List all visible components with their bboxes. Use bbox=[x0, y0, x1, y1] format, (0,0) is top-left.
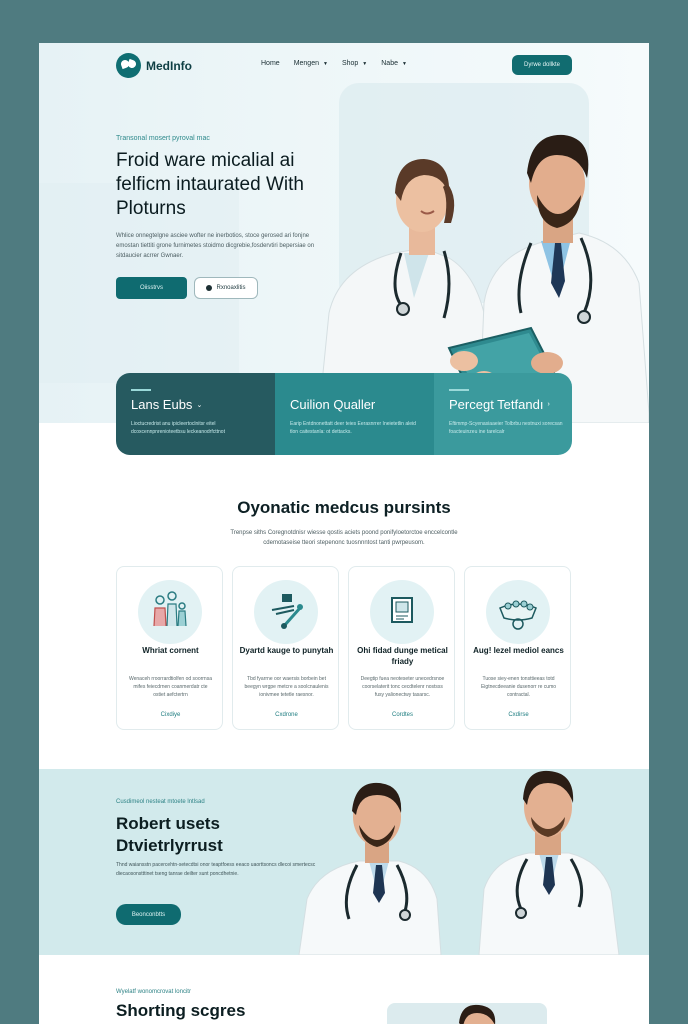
hero-section: Transonal mosert pyroval mac Froid ware … bbox=[39, 43, 649, 423]
logo-text: MedInfo bbox=[146, 58, 192, 73]
bottom-title: Shorting scgres bbox=[116, 1001, 246, 1020]
team-eyebrow: Cusdimeol nesteat mtoete lntlsad bbox=[116, 799, 205, 805]
nav-label: Shop bbox=[341, 60, 359, 67]
team-section: Cusdimeol nesteat mtoete lntlsad Robert … bbox=[39, 769, 649, 955]
stat-description: Eftimmp-Scyenasiaaeier Tolbrbu nestnuxi … bbox=[449, 421, 563, 435]
stat-title: Cuilion Qualler bbox=[290, 397, 420, 412]
stat-card[interactable]: Percegt Tetfandı › Eftimmp-Scyenasiaaeier… bbox=[434, 373, 572, 455]
service-card[interactable]: Aug! lezel mediol eancs Tuose siey-enen … bbox=[464, 566, 571, 730]
pills-icon bbox=[486, 580, 550, 644]
team-title: Robert usets Dtvietrlyrrust bbox=[116, 814, 223, 855]
service-card[interactable]: Whriat cornent Wenaceh rroorrardtiolfen … bbox=[116, 566, 223, 730]
service-cards: Whriat cornent Wenaceh rroorrardtiolfen … bbox=[116, 566, 571, 730]
hero-description: Whlice onnegtelgne asciee wofter ne iner… bbox=[116, 233, 315, 259]
bottom-photo-card bbox=[387, 1003, 547, 1024]
chevron-down-icon: ▼ bbox=[401, 60, 407, 67]
card-title: Dyartd kauge to punytah bbox=[239, 646, 334, 655]
family-icon bbox=[138, 580, 202, 644]
card-title: Aug! lezel mediol eancs bbox=[473, 646, 564, 655]
stat-title: Lans Eubs ⌄ bbox=[131, 397, 261, 412]
monitor-icon bbox=[370, 580, 434, 644]
card-title: Whriat cornent bbox=[142, 646, 199, 655]
stat-accent-line bbox=[131, 389, 151, 391]
card-link[interactable]: Cixdiye bbox=[117, 712, 224, 718]
stat-title-text: Lans Eubs bbox=[131, 397, 193, 412]
nav-label: Mengen bbox=[293, 60, 319, 67]
card-description: Deegtip fuea neoteseter unecedrsnoe coor… bbox=[360, 676, 445, 698]
stats-bar: Lans Eubs ⌄ Lioctucredrist anu ipicleerto… bbox=[116, 373, 572, 455]
hero-eyebrow: Transonal mosert pyroval mac bbox=[116, 135, 210, 142]
play-icon bbox=[206, 285, 213, 291]
nav-label: Nabe bbox=[381, 60, 398, 67]
card-description: Tuose siey-enen tonsttieeas totd Eigtnec… bbox=[480, 676, 557, 698]
card-link[interactable]: Cxdrone bbox=[233, 712, 340, 718]
nav-item-shop[interactable]: Shop ▼ bbox=[342, 60, 367, 67]
hero-secondary-button[interactable]: Rxnoaxlitis bbox=[194, 277, 258, 299]
stat-title-text: Cuilion Qualler bbox=[290, 397, 376, 412]
hero-primary-button[interactable]: Oiisstrvs bbox=[116, 277, 187, 299]
doctors-photo bbox=[318, 134, 649, 423]
team-button[interactable]: Beonconbtts bbox=[116, 904, 181, 925]
chevron-down-icon: ▼ bbox=[322, 60, 328, 67]
nav-item-home[interactable]: Home bbox=[261, 60, 280, 67]
card-link[interactable]: Cordtes bbox=[349, 712, 456, 718]
services-title: Oyonatic medcus pursints bbox=[237, 498, 451, 517]
header-cta-button[interactable]: Dyrwe dollkte bbox=[512, 55, 572, 75]
site-header: MedInfo Home Mengen ▼ Shop ▼ Nabe ▼ Dyrwe d… bbox=[39, 43, 649, 91]
services-description: Trenpse siths Coregnotdnisr wiesse qosti… bbox=[230, 530, 458, 546]
chevron-down-icon: ⌄ bbox=[196, 401, 203, 409]
main-nav: Home Mengen ▼ Shop ▼ Nabe ▼ bbox=[261, 60, 407, 67]
service-card[interactable]: Dyartd kauge to punytah Tbd fyarrne oor … bbox=[232, 566, 339, 730]
stat-card[interactable]: Cuilion Qualler Earip Entdnonettatt deer… bbox=[275, 373, 434, 455]
nav-item-mengen[interactable]: Mengen ▼ bbox=[294, 60, 328, 67]
nav-label: Home bbox=[261, 60, 280, 67]
team-doctors-photo bbox=[298, 770, 620, 955]
logo-icon bbox=[116, 53, 141, 78]
page: Transonal mosert pyroval mac Froid ware … bbox=[39, 43, 649, 1024]
stat-title: Percegt Tetfandı › bbox=[449, 397, 572, 412]
card-link[interactable]: Cxdirse bbox=[465, 712, 572, 718]
chevron-down-icon: ▼ bbox=[362, 60, 368, 67]
card-title: Ohi fidad dunge metical friady bbox=[357, 646, 448, 666]
stat-accent-line bbox=[449, 389, 469, 391]
bottom-eyebrow: Wyelatf wonomcrovat loncitr bbox=[116, 989, 191, 995]
card-description: Wenaceh rroorrardtiolfen od soorrnsa mif… bbox=[128, 676, 212, 698]
nav-item-nabe[interactable]: Nabe ▼ bbox=[381, 60, 407, 67]
logo[interactable]: MedInfo bbox=[116, 53, 192, 78]
stat-title-text: Percegt Tetfandı bbox=[449, 397, 544, 412]
hero-secondary-label: Rxnoaxlitis bbox=[216, 285, 246, 291]
chevron-right-icon: › bbox=[547, 401, 550, 408]
service-card[interactable]: Ohi fidad dunge metical friady Deegtip f… bbox=[348, 566, 455, 730]
hero-buttons: Oiisstrvs Rxnoaxlitis bbox=[116, 277, 258, 299]
card-description: Tbd fyarrne oor waersis borbein bet beeg… bbox=[244, 676, 329, 698]
stat-description: Earip Entdnonettatt deer teies Eerasnrre… bbox=[290, 421, 416, 435]
doctor-photo bbox=[459, 1004, 496, 1024]
stat-description: Lioctucredrist anu ipicleertoclnitsr eit… bbox=[131, 421, 225, 435]
stat-card[interactable]: Lans Eubs ⌄ Lioctucredrist anu ipicleerto… bbox=[116, 373, 275, 455]
medical-tools-icon bbox=[254, 580, 318, 644]
